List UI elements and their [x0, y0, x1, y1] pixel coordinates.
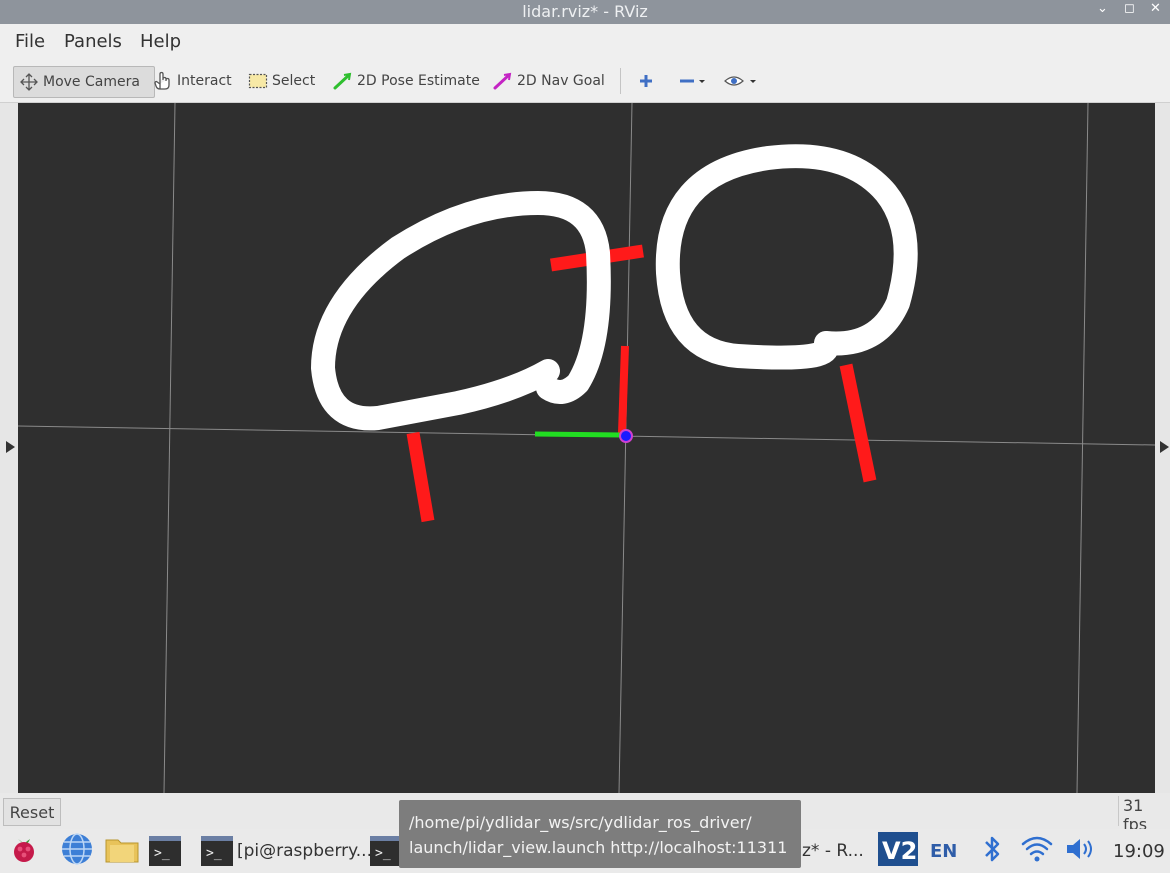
volume-tray-button[interactable]: [1064, 835, 1096, 867]
plus-icon: [637, 72, 655, 90]
viewport-canvas[interactable]: [17, 102, 1156, 794]
render-viewport[interactable]: [17, 102, 1156, 794]
taskbar-tooltip: /home/pi/ydlidar_ws/src/ydlidar_ros_driv…: [399, 800, 801, 868]
bluetooth-icon: [982, 834, 1002, 868]
grid-line: [618, 102, 633, 794]
taskbar-terminal-window[interactable]: >_ [pi@raspberry...: [201, 835, 372, 867]
magenta-arrow-icon: [493, 72, 513, 90]
folder-icon: [104, 834, 140, 868]
remove-tool-button[interactable]: [678, 66, 710, 96]
menu-file[interactable]: File: [15, 31, 45, 52]
origin-marker: [619, 429, 633, 443]
language-indicator[interactable]: EN: [930, 835, 957, 867]
interact-tool[interactable]: Interact: [153, 66, 232, 96]
hand-drawn-annotations: [311, 144, 918, 431]
menu-help[interactable]: Help: [140, 31, 181, 52]
globe-icon: [60, 832, 94, 870]
terminal-icon: >_: [370, 836, 402, 866]
nav-goal-tool[interactable]: 2D Nav Goal: [493, 66, 605, 96]
interact-label: Interact: [177, 73, 232, 89]
svg-text:V2: V2: [882, 837, 917, 865]
tooltip-line-2: launch/lidar_view.launch http://localhos…: [409, 838, 788, 857]
right-panel-collapsed[interactable]: [1155, 103, 1170, 793]
left-loop-scribble: [311, 191, 611, 431]
nav-goal-label: 2D Nav Goal: [517, 73, 605, 89]
right-loop-scribble: [655, 144, 918, 370]
window-title: lidar.rviz* - RViz: [522, 2, 648, 21]
y-axis: [534, 431, 623, 438]
fps-readout: 31 fps: [1118, 796, 1170, 834]
green-arrow-icon: [333, 72, 353, 90]
menu-panels[interactable]: Panels: [64, 31, 122, 52]
move-camera-tool[interactable]: Move Camera: [13, 66, 155, 98]
speaker-icon: [1064, 834, 1096, 868]
raspberry-icon: [8, 833, 40, 869]
clock-time: 19:09: [1113, 840, 1165, 862]
pose-estimate-label: 2D Pose Estimate: [357, 73, 480, 89]
toolbar-separator: [620, 68, 621, 94]
left-panel-collapsed[interactable]: [0, 103, 18, 793]
terminal-icon: >_: [149, 836, 181, 866]
select-label: Select: [272, 73, 316, 89]
pose-estimate-tool[interactable]: 2D Pose Estimate: [333, 66, 480, 96]
clock[interactable]: 19:09: [1113, 835, 1165, 867]
eye-icon: [723, 72, 761, 90]
hand-pointer-icon: [153, 71, 173, 91]
vnc-icon: V2: [878, 832, 918, 870]
bluetooth-tray-button[interactable]: [982, 835, 1002, 867]
move-camera-label: Move Camera: [43, 74, 140, 90]
expand-left-icon[interactable]: [6, 441, 15, 453]
move-camera-icon: [19, 73, 39, 91]
file-manager-launcher[interactable]: [104, 835, 140, 867]
add-tool-button[interactable]: [637, 66, 659, 96]
scan-segment: [406, 431, 435, 523]
raspberry-menu-button[interactable]: [8, 835, 40, 867]
grid-line: [163, 102, 176, 794]
minus-icon: [678, 72, 706, 90]
terminal-launcher[interactable]: >_: [149, 835, 181, 867]
minimize-icon[interactable]: ⌄: [1097, 1, 1108, 16]
grid-line: [1076, 102, 1089, 794]
language-label: EN: [930, 840, 958, 862]
browser-launcher[interactable]: [60, 832, 94, 870]
x-axis: [618, 345, 629, 434]
close-icon[interactable]: ✕: [1150, 1, 1161, 16]
select-box-icon: [248, 73, 268, 89]
maximize-icon[interactable]: ◻: [1124, 1, 1135, 16]
vnc-tray-button[interactable]: V2: [878, 832, 918, 870]
menu-bar: File Panels Help: [0, 24, 1170, 58]
scan-segment: [839, 363, 877, 483]
reset-button[interactable]: Reset: [3, 798, 61, 826]
expand-right-icon[interactable]: [1160, 441, 1169, 453]
tool-bar: Move Camera Interact Select 2D Pose Esti…: [0, 58, 1170, 103]
taskbar-rviz-label: z* - R...: [802, 841, 864, 861]
terminal-icon: >_: [201, 836, 233, 866]
select-tool[interactable]: Select: [248, 66, 315, 96]
taskbar-terminal-label: [pi@raspberry...: [237, 841, 372, 861]
taskbar-rviz-window[interactable]: z* - R...: [802, 835, 864, 867]
tooltip-line-1: /home/pi/ydlidar_ws/src/ydlidar_ros_driv…: [409, 813, 752, 832]
view-tool-button[interactable]: [723, 66, 765, 96]
wifi-tray-button[interactable]: [1021, 835, 1053, 867]
taskbar-terminal-window-2[interactable]: >_: [370, 835, 402, 867]
wifi-icon: [1021, 834, 1053, 868]
title-bar: lidar.rviz* - RViz ⌄ ◻ ✕: [0, 0, 1170, 24]
